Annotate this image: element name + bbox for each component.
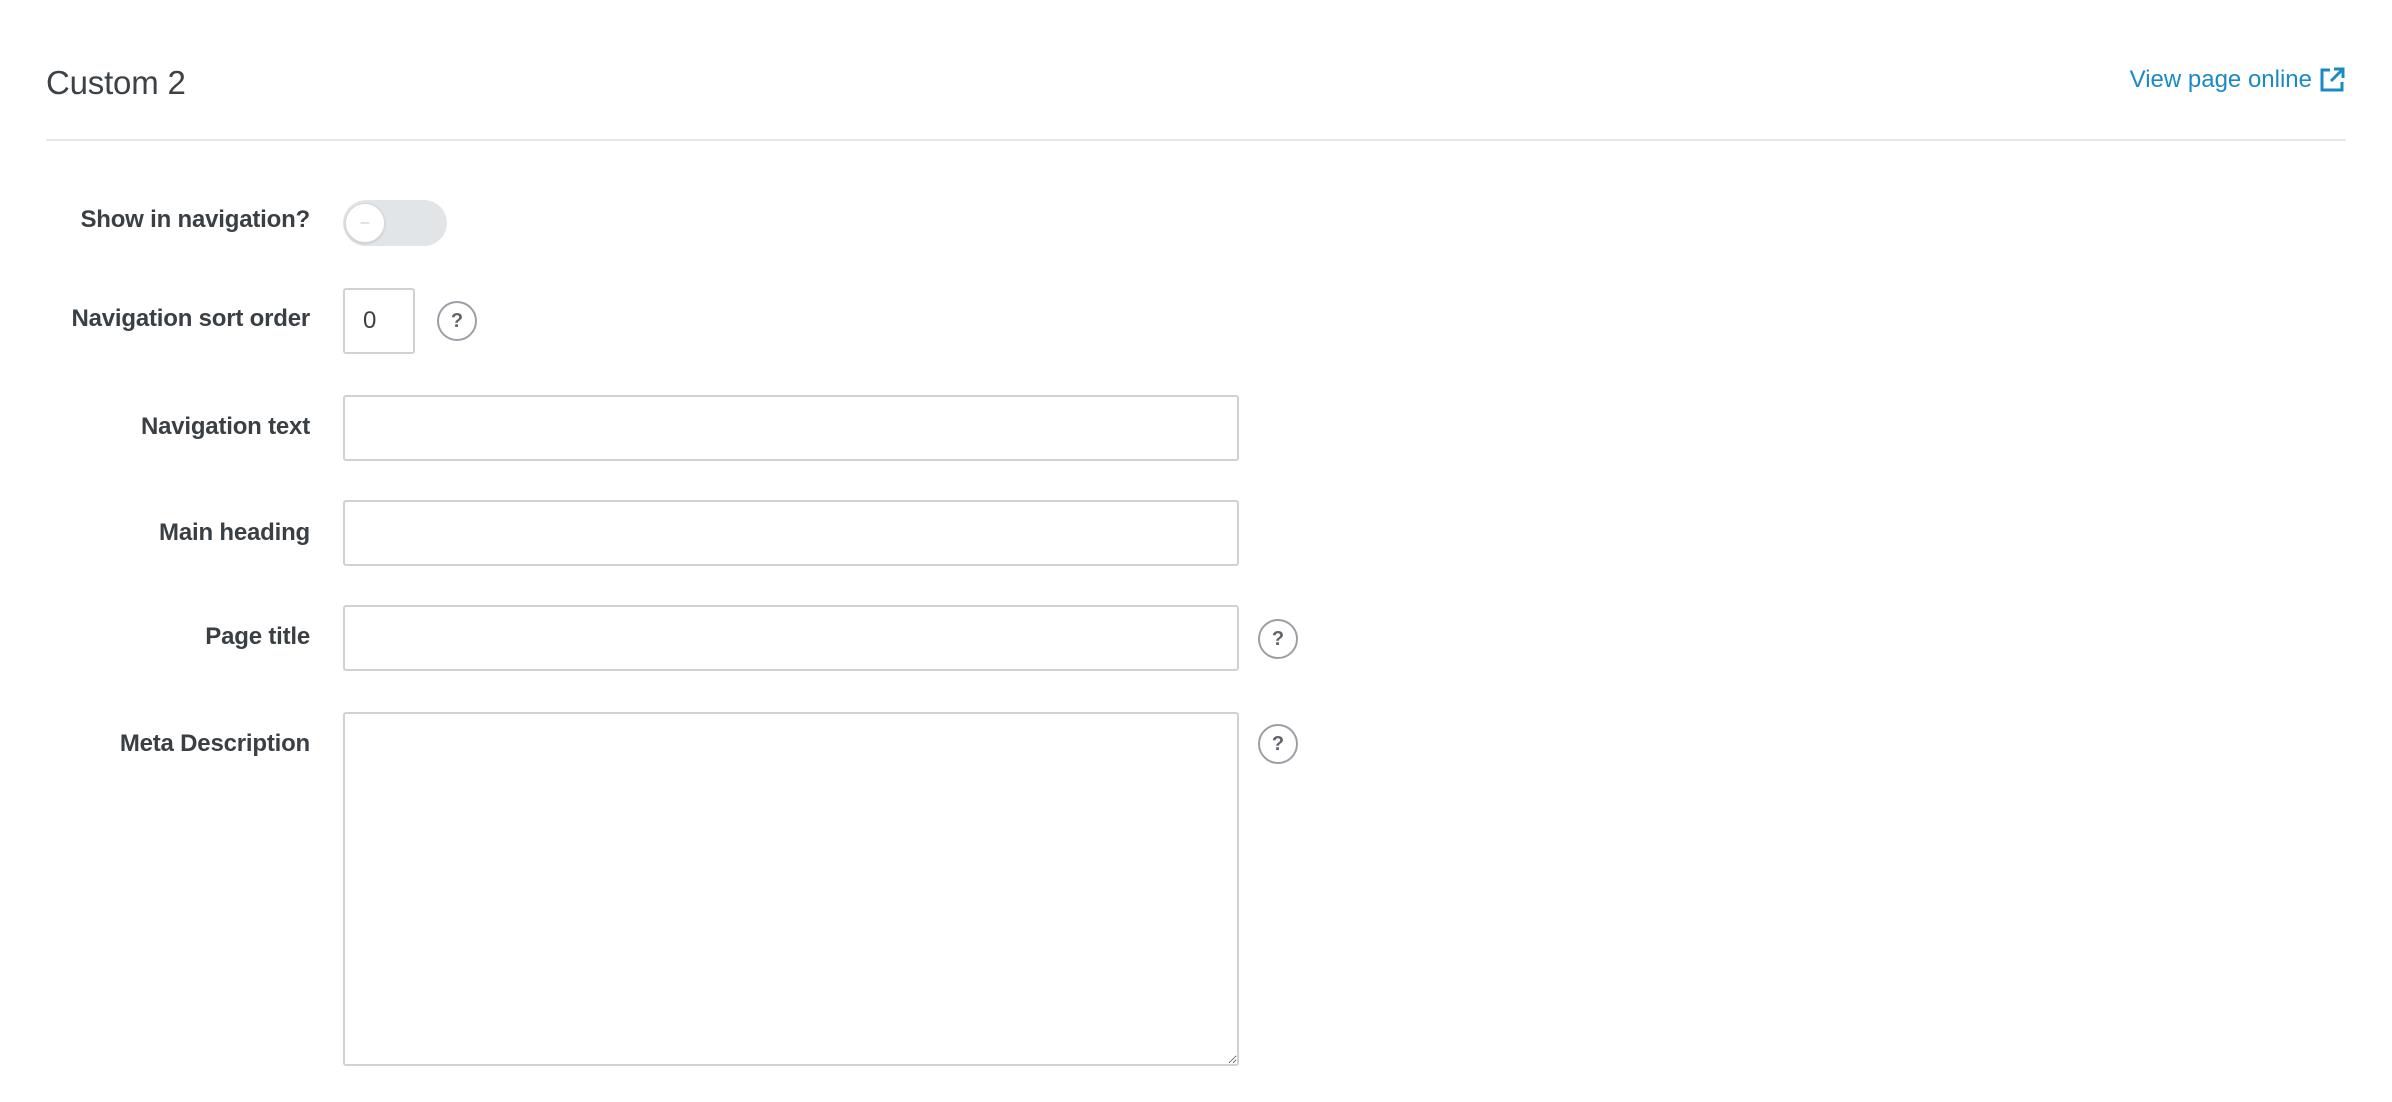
page-title-row: Page title ?: [0, 605, 2392, 671]
show-in-navigation-toggle[interactable]: –: [343, 200, 447, 246]
meta-description-row: Meta Description ?: [0, 712, 2392, 1066]
minus-icon: –: [360, 214, 370, 231]
navigation-text-row: Navigation text: [0, 395, 2392, 461]
main-heading-label: Main heading: [159, 519, 310, 546]
page-title-label: Page title: [205, 623, 310, 650]
main-heading-input[interactable]: [343, 500, 1239, 566]
help-icon[interactable]: ?: [1258, 724, 1298, 764]
view-page-online-link[interactable]: View page online: [2130, 66, 2346, 94]
navigation-sort-order-row: Navigation sort order ?: [0, 288, 2392, 354]
show-in-navigation-row: Show in navigation? –: [0, 200, 2392, 246]
meta-description-textarea[interactable]: [343, 712, 1239, 1066]
page-header: Custom 2 View page online: [46, 0, 2346, 141]
page-title-input[interactable]: [343, 605, 1239, 671]
navigation-text-input[interactable]: [343, 395, 1239, 461]
navigation-sort-order-label: Navigation sort order: [71, 305, 310, 332]
main-heading-row: Main heading: [0, 500, 2392, 566]
show-in-navigation-label: Show in navigation?: [80, 206, 310, 233]
navigation-text-label: Navigation text: [140, 413, 310, 440]
toggle-knob: –: [345, 203, 385, 243]
view-page-online-label: View page online: [2129, 66, 2312, 93]
help-icon[interactable]: ?: [437, 301, 477, 341]
page-title: Custom 2: [46, 64, 186, 101]
help-icon[interactable]: ?: [1258, 619, 1298, 659]
navigation-sort-order-input[interactable]: [343, 288, 415, 354]
external-link-icon: [2320, 67, 2345, 92]
meta-description-label: Meta Description: [119, 730, 310, 757]
